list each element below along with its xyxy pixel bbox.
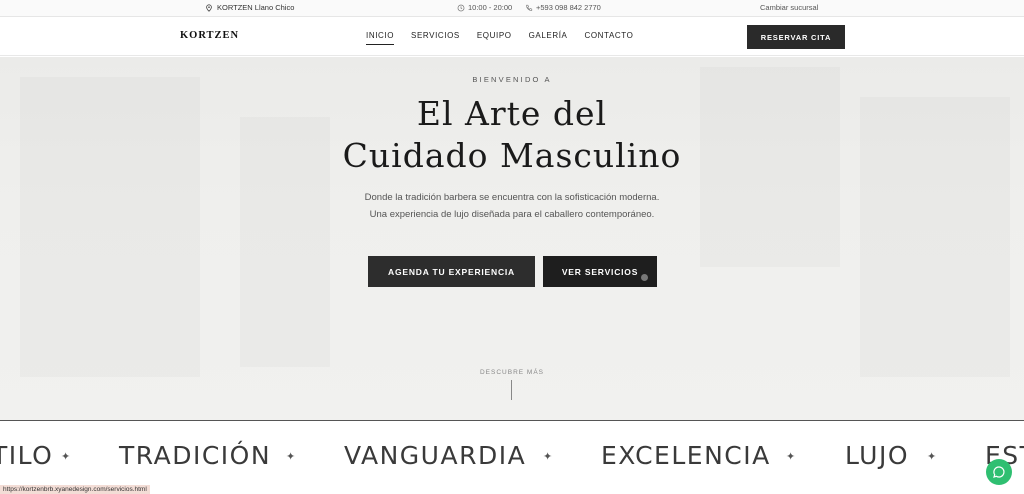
nav-item-contacto[interactable]: CONTACTO xyxy=(584,31,633,45)
marquee-item: EXCELENCIA xyxy=(601,441,771,470)
star-separator-icon: ✦ xyxy=(286,451,296,463)
chat-icon xyxy=(993,466,1005,478)
main-navigation: KORTZEN INICIO SERVICIOS EQUIPO GALERÍA … xyxy=(0,17,1024,56)
hero-title-line1: El Arte del xyxy=(416,94,608,133)
cursor-dot xyxy=(641,274,648,281)
marquee-item: TRADICIÓN xyxy=(119,441,272,470)
scroll-indicator xyxy=(511,380,512,400)
book-experience-button[interactable]: AGENDA TU EXPERIENCIA xyxy=(368,256,535,287)
view-services-label: VER SERVICIOS xyxy=(561,266,639,277)
star-separator-icon: ✦ xyxy=(786,451,796,463)
reserve-button[interactable]: RESERVAR CITA xyxy=(747,25,845,49)
nav-menu: INICIO SERVICIOS EQUIPO GALERÍA CONTACTO xyxy=(366,31,633,45)
hours-info: 10:00 - 20:00 xyxy=(457,3,512,12)
nav-item-servicios[interactable]: SERVICIOS xyxy=(411,31,460,45)
nav-item-galeria[interactable]: GALERÍA xyxy=(529,31,568,45)
clock-icon xyxy=(457,4,465,11)
link-status-bar: https://kortzenbrb.xyanedesign.com/servi… xyxy=(0,485,150,494)
change-branch-link[interactable]: Cambiar sucursal xyxy=(760,3,818,12)
hero-title: El Arte del Cuidado Masculino xyxy=(0,93,1024,177)
phone-info[interactable]: +593 098 842 2770 xyxy=(525,3,601,12)
nav-item-inicio[interactable]: INICIO xyxy=(366,31,395,45)
location-info[interactable]: KORTZEN Llano Chico xyxy=(205,3,294,12)
phone-text: +593 098 842 2770 xyxy=(536,3,601,12)
nav-item-equipo[interactable]: EQUIPO xyxy=(477,31,512,45)
chat-button[interactable] xyxy=(986,459,1012,485)
marquee-item: TILO xyxy=(0,441,54,470)
star-separator-icon: ✦ xyxy=(543,451,553,463)
marquee-item: LUJO xyxy=(845,441,910,470)
hero-section: BIENVENIDO A El Arte del Cuidado Masculi… xyxy=(0,57,1024,420)
discover-more-label[interactable]: DESCUBRE MÁS xyxy=(0,369,1024,376)
phone-icon xyxy=(526,4,533,11)
brand-logo[interactable]: KORTZEN xyxy=(180,30,239,41)
location-text: KORTZEN Llano Chico xyxy=(217,3,295,12)
hero-subtitle: Donde la tradición barbera se encuentra … xyxy=(364,192,660,220)
view-services-button[interactable]: VER SERVICIOS xyxy=(543,256,657,287)
marquee-item: VANGUARDIA xyxy=(344,441,527,470)
hero-title-line2: Cuidado Masculino xyxy=(342,136,682,175)
star-separator-icon: ✦ xyxy=(61,451,71,463)
hours-text: 10:00 - 20:00 xyxy=(468,3,513,12)
welcome-text: BIENVENIDO A xyxy=(472,75,552,84)
top-info-bar: KORTZEN Llano Chico 10:00 - 20:00 +593 0… xyxy=(0,0,1024,17)
values-marquee: TILO ✦ TRADICIÓN ✦ VANGUARDIA ✦ EXCELENC… xyxy=(0,420,1024,494)
star-separator-icon: ✦ xyxy=(927,451,937,463)
location-pin-icon xyxy=(206,3,212,12)
